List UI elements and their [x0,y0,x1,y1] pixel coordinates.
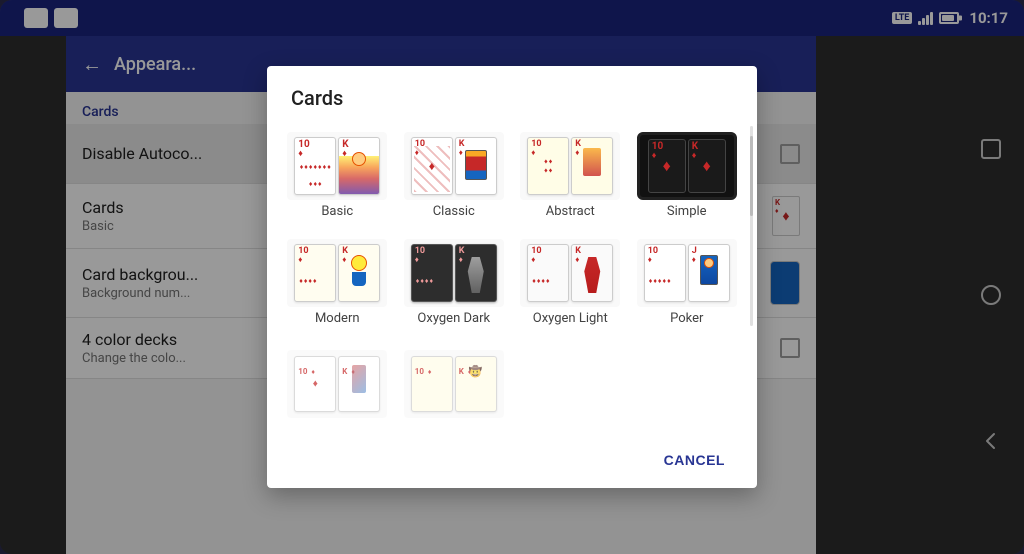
card-option-modern-preview: 10 ♦ ♦♦♦ ♦ K ♦ [287,239,387,307]
extra-1-card-a: 10 ♦ ♦ [294,356,336,412]
modern-king-suit: ♦ [342,256,346,264]
modern-cards-pair: 10 ♦ ♦♦♦ ♦ K ♦ [294,244,380,302]
modern-label: Modern [315,311,360,326]
poker-queen-card: J ♦ [688,244,730,302]
oxygen-light-label: Oxygen Light [533,311,608,326]
cards-dialog: Cards 10 ♦ ♦♦♦ ♦♦♦ [267,66,757,488]
basic-ten-card: 10 ♦ ♦♦♦ ♦♦♦ ♦♦♦ ♦ [294,137,336,195]
poker-cards-pair: 10 ♦ ♦♦♦ ♦♦ J ♦ [644,244,730,302]
oxy-light-pips: ♦♦ ♦♦ [531,264,550,299]
oxy-dark-cards-pair: 10 ♦ ♦♦ ♦♦ K ♦ [411,244,497,302]
card-option-oxy-light-preview: 10 ♦ ♦♦ ♦♦ K ♦ [520,239,620,307]
card-option-classic[interactable]: 10 ♦ ♦ K ♦ Classic [400,126,509,225]
classic-king-suit: ♦ [459,149,463,157]
poker-queen-suit: ♦ [692,256,696,264]
modern-ten-pips: ♦♦♦ ♦ [298,264,317,299]
modern-king-card: K ♦ [338,244,380,302]
basic-king-card: K ♦ [338,137,380,195]
card-option-modern[interactable]: 10 ♦ ♦♦♦ ♦ K ♦ [283,233,392,332]
oxygen-dark-label: Oxygen Dark [417,311,490,326]
basic-ten-suit: ♦ [298,150,303,159]
extra-1-preview: 10 ♦ ♦ K ♦ [287,350,387,418]
oxy-light-king-card: K ♦ [571,244,613,302]
extra-1-pair: 10 ♦ ♦ K ♦ [294,356,380,412]
simple-cards-pair: 10 ♦ ♦ K ♦ ♦ [648,139,726,193]
king-face [352,152,366,166]
oxy-light-ten-suit: ♦ [531,256,535,264]
card-option-classic-preview: 10 ♦ ♦ K ♦ [404,132,504,200]
abstract-ten-suit: ♦ [531,149,535,157]
extra-2-card-a: 10 ♦ [411,356,453,412]
poker-ten-card: 10 ♦ ♦♦♦ ♦♦ [644,244,686,302]
oxy-dark-king-card: K ♦ [455,244,497,302]
classic-cards-pair: 10 ♦ ♦ K ♦ [411,137,497,195]
simple-ten-suit: ♦ [652,152,657,161]
abstract-label: Abstract [546,204,595,219]
extra-2-card-b: K ♦ 🤠 [455,356,497,412]
card-option-basic[interactable]: 10 ♦ ♦♦♦ ♦♦♦ ♦♦♦ ♦ K [283,126,392,225]
classic-king-card: K ♦ [455,137,497,195]
card-option-abstract[interactable]: 10 ♦ ♦♦ ♦♦ K ♦ [516,126,625,225]
basic-cards-pair: 10 ♦ ♦♦♦ ♦♦♦ ♦♦♦ ♦ K [294,137,380,195]
oxy-dark-ten-card: 10 ♦ ♦♦ ♦♦ [411,244,453,302]
simple-king-suit: ♦ [692,152,697,161]
dialog-title: Cards [267,66,757,122]
poker-pips: ♦♦♦ ♦♦ [648,264,672,299]
dialog-actions: CANCEL [267,436,757,488]
basic-label: Basic [321,204,353,219]
simple-label: Simple [667,204,707,219]
card-option-poker[interactable]: 10 ♦ ♦♦♦ ♦♦ J ♦ [633,233,742,332]
oxy-light-king-suit: ♦ [575,256,579,264]
card-option-poker-preview: 10 ♦ ♦♦♦ ♦♦ J ♦ [637,239,737,307]
extra-2-preview: 10 ♦ K ♦ 🤠 [404,350,504,418]
simple-ten-card: 10 ♦ ♦ [648,139,686,193]
poker-label: Poker [670,311,703,326]
extra-1-card-b: K ♦ [338,356,380,412]
extra-card-option-1[interactable]: 10 ♦ ♦ K ♦ [283,344,392,424]
card-option-oxygen-dark[interactable]: 10 ♦ ♦♦ ♦♦ K ♦ [400,233,509,332]
card-option-oxygen-light[interactable]: 10 ♦ ♦♦ ♦♦ K ♦ [516,233,625,332]
oxy-dark-king-suit: ♦ [459,256,463,264]
poker-ten-suit: ♦ [648,256,652,264]
classic-label: Classic [433,204,475,219]
dialog-content: 10 ♦ ♦♦♦ ♦♦♦ ♦♦♦ ♦ K [267,122,757,436]
abstract-king-suit: ♦ [575,149,579,157]
modern-ten-suit: ♦ [298,256,302,264]
abstract-king-card: K ♦ [571,137,613,195]
oxy-dark-figure [466,257,486,293]
extra-2-pair: 10 ♦ K ♦ 🤠 [411,356,497,412]
card-option-simple-preview: 10 ♦ ♦ K ♦ ♦ [637,132,737,200]
oxy-light-cards-pair: 10 ♦ ♦♦ ♦♦ K ♦ [527,244,613,302]
classic-ten-card: 10 ♦ ♦ [411,137,453,195]
card-option-oxy-dark-preview: 10 ♦ ♦♦ ♦♦ K ♦ [404,239,504,307]
phone-frame: LTE 10:17 ← Appeara... Cards Disable Aut… [0,0,1024,554]
oxy-dark-ten-suit: ♦ [415,256,419,264]
classic-king-figure [465,150,487,180]
extra-row: 10 ♦ ♦ K ♦ [283,340,741,428]
abstract-ten-card: 10 ♦ ♦♦ ♦♦ [527,137,569,195]
simple-king-card: K ♦ ♦ [688,139,726,193]
simple-king-center: ♦ [703,156,711,176]
oxy-light-ten-card: 10 ♦ ♦♦ ♦♦ [527,244,569,302]
card-options-grid: 10 ♦ ♦♦♦ ♦♦♦ ♦♦♦ ♦ K [283,122,741,336]
card-option-simple[interactable]: 10 ♦ ♦ K ♦ ♦ Simple [633,126,742,225]
modern-ten-card: 10 ♦ ♦♦♦ ♦ [294,244,336,302]
card-option-abstract-preview: 10 ♦ ♦♦ ♦♦ K ♦ [520,132,620,200]
oxy-light-figure [582,257,602,293]
basic-ten-pips: ♦♦♦ ♦♦♦ ♦♦♦ ♦ [298,159,332,192]
simple-ten-center: ♦ [663,156,671,176]
oxy-dark-pips: ♦♦ ♦♦ [415,264,434,299]
cancel-button[interactable]: CANCEL [648,444,741,476]
card-option-basic-preview: 10 ♦ ♦♦♦ ♦♦♦ ♦♦♦ ♦ K [287,132,387,200]
abstract-cards-pair: 10 ♦ ♦♦ ♦♦ K ♦ [527,137,613,195]
extra-card-option-2[interactable]: 10 ♦ K ♦ 🤠 [400,344,509,424]
